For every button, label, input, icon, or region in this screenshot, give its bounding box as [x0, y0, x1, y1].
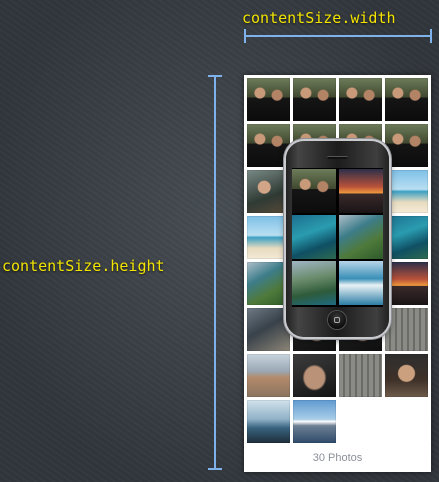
photo-thumbnail[interactable]	[385, 308, 428, 351]
screen-photo-thumbnail[interactable]	[292, 215, 336, 259]
iphone-screen-viewport	[292, 168, 383, 307]
iphone-device	[286, 141, 389, 337]
height-dimension-tick-bottom	[208, 468, 222, 470]
photo-thumbnail[interactable]	[247, 78, 290, 121]
photo-thumbnail[interactable]	[247, 308, 290, 351]
photo-thumbnail[interactable]	[339, 354, 382, 397]
width-dimension-tick-left	[244, 29, 246, 43]
photo-thumbnail[interactable]	[385, 354, 428, 397]
width-dimension-tick-right	[430, 29, 432, 43]
photo-thumbnail[interactable]	[293, 78, 336, 121]
photo-thumbnail[interactable]	[385, 216, 428, 259]
screen-photo-thumbnail[interactable]	[339, 215, 383, 259]
content-width-label: contentSize.width	[242, 9, 396, 27]
photo-thumbnail[interactable]	[247, 400, 290, 443]
photo-thumbnail[interactable]	[293, 354, 336, 397]
photo-thumbnail[interactable]	[293, 400, 336, 443]
photo-count-label: 30 Photos	[312, 452, 363, 464]
photo-thumbnail[interactable]	[385, 262, 428, 305]
iphone-speaker	[327, 156, 348, 159]
screen-photo-thumbnail[interactable]	[339, 169, 383, 213]
photo-thumbnail[interactable]	[247, 262, 290, 305]
photo-thumbnail[interactable]	[385, 124, 428, 167]
height-dimension-line	[214, 76, 216, 469]
screen-photo-thumbnail[interactable]	[292, 169, 336, 213]
photo-thumbnail[interactable]	[339, 78, 382, 121]
content-height-label: contentSize.height	[2, 257, 165, 275]
photo-thumbnail[interactable]	[247, 354, 290, 397]
screen-photo-thumbnail[interactable]	[339, 261, 383, 305]
screen-photo-thumbnail[interactable]	[292, 261, 336, 305]
photo-thumbnail[interactable]	[247, 170, 290, 213]
photo-thumbnail[interactable]	[247, 124, 290, 167]
width-dimension-line	[245, 35, 431, 37]
height-dimension-tick-top	[208, 75, 222, 77]
photo-thumbnail[interactable]	[247, 216, 290, 259]
photo-thumbnail[interactable]	[385, 78, 428, 121]
home-button-icon	[328, 311, 346, 329]
photo-thumbnail[interactable]	[385, 170, 428, 213]
